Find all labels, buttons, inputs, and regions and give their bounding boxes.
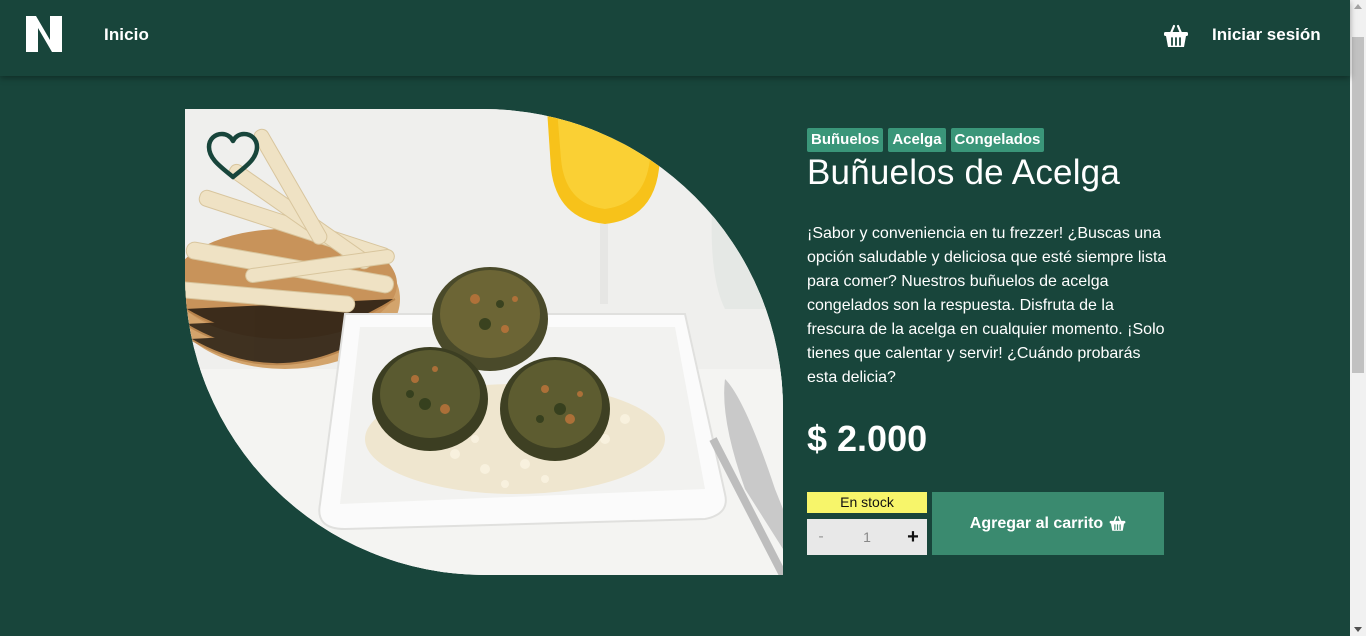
product-tags: Buñuelos Acelga Congelados [807,128,1045,152]
quantity-value[interactable]: 1 [835,529,899,545]
page-scrollbar[interactable] [1350,0,1366,636]
scroll-thumb[interactable] [1352,37,1364,373]
decrease-quantity-button[interactable]: - [807,528,835,546]
add-to-cart-label: Agregar al carrito [969,514,1104,532]
quantity-stepper: - 1 + [807,519,927,555]
heart-icon[interactable] [205,131,261,183]
tag-congelados[interactable]: Congelados [950,128,1045,152]
add-to-cart-button[interactable]: Agregar al carrito [932,492,1164,555]
top-navbar: Inicio Iniciar sesión [0,0,1350,76]
product-title: Buñuelos de Acelga [807,153,1121,192]
tag-acelga[interactable]: Acelga [888,128,946,152]
scroll-up-arrow-icon[interactable] [1354,4,1362,9]
nav-link-home[interactable]: Inicio [104,25,149,45]
brand-logo[interactable] [24,14,64,54]
basket-icon[interactable] [1163,23,1189,49]
scroll-down-arrow-icon[interactable] [1354,627,1362,632]
basket-icon [1109,516,1126,531]
tag-bunuelos[interactable]: Buñuelos [807,128,884,152]
product-price: $ 2.000 [807,418,928,459]
product-image [185,109,783,575]
stock-badge: En stock [807,492,927,513]
login-link[interactable]: Iniciar sesión [1212,25,1321,45]
product-description: ¡Sabor y conveniencia en tu frezzer! ¿Bu… [807,225,1167,386]
increase-quantity-button[interactable]: + [899,526,927,549]
product-photo-illustration [185,109,783,575]
